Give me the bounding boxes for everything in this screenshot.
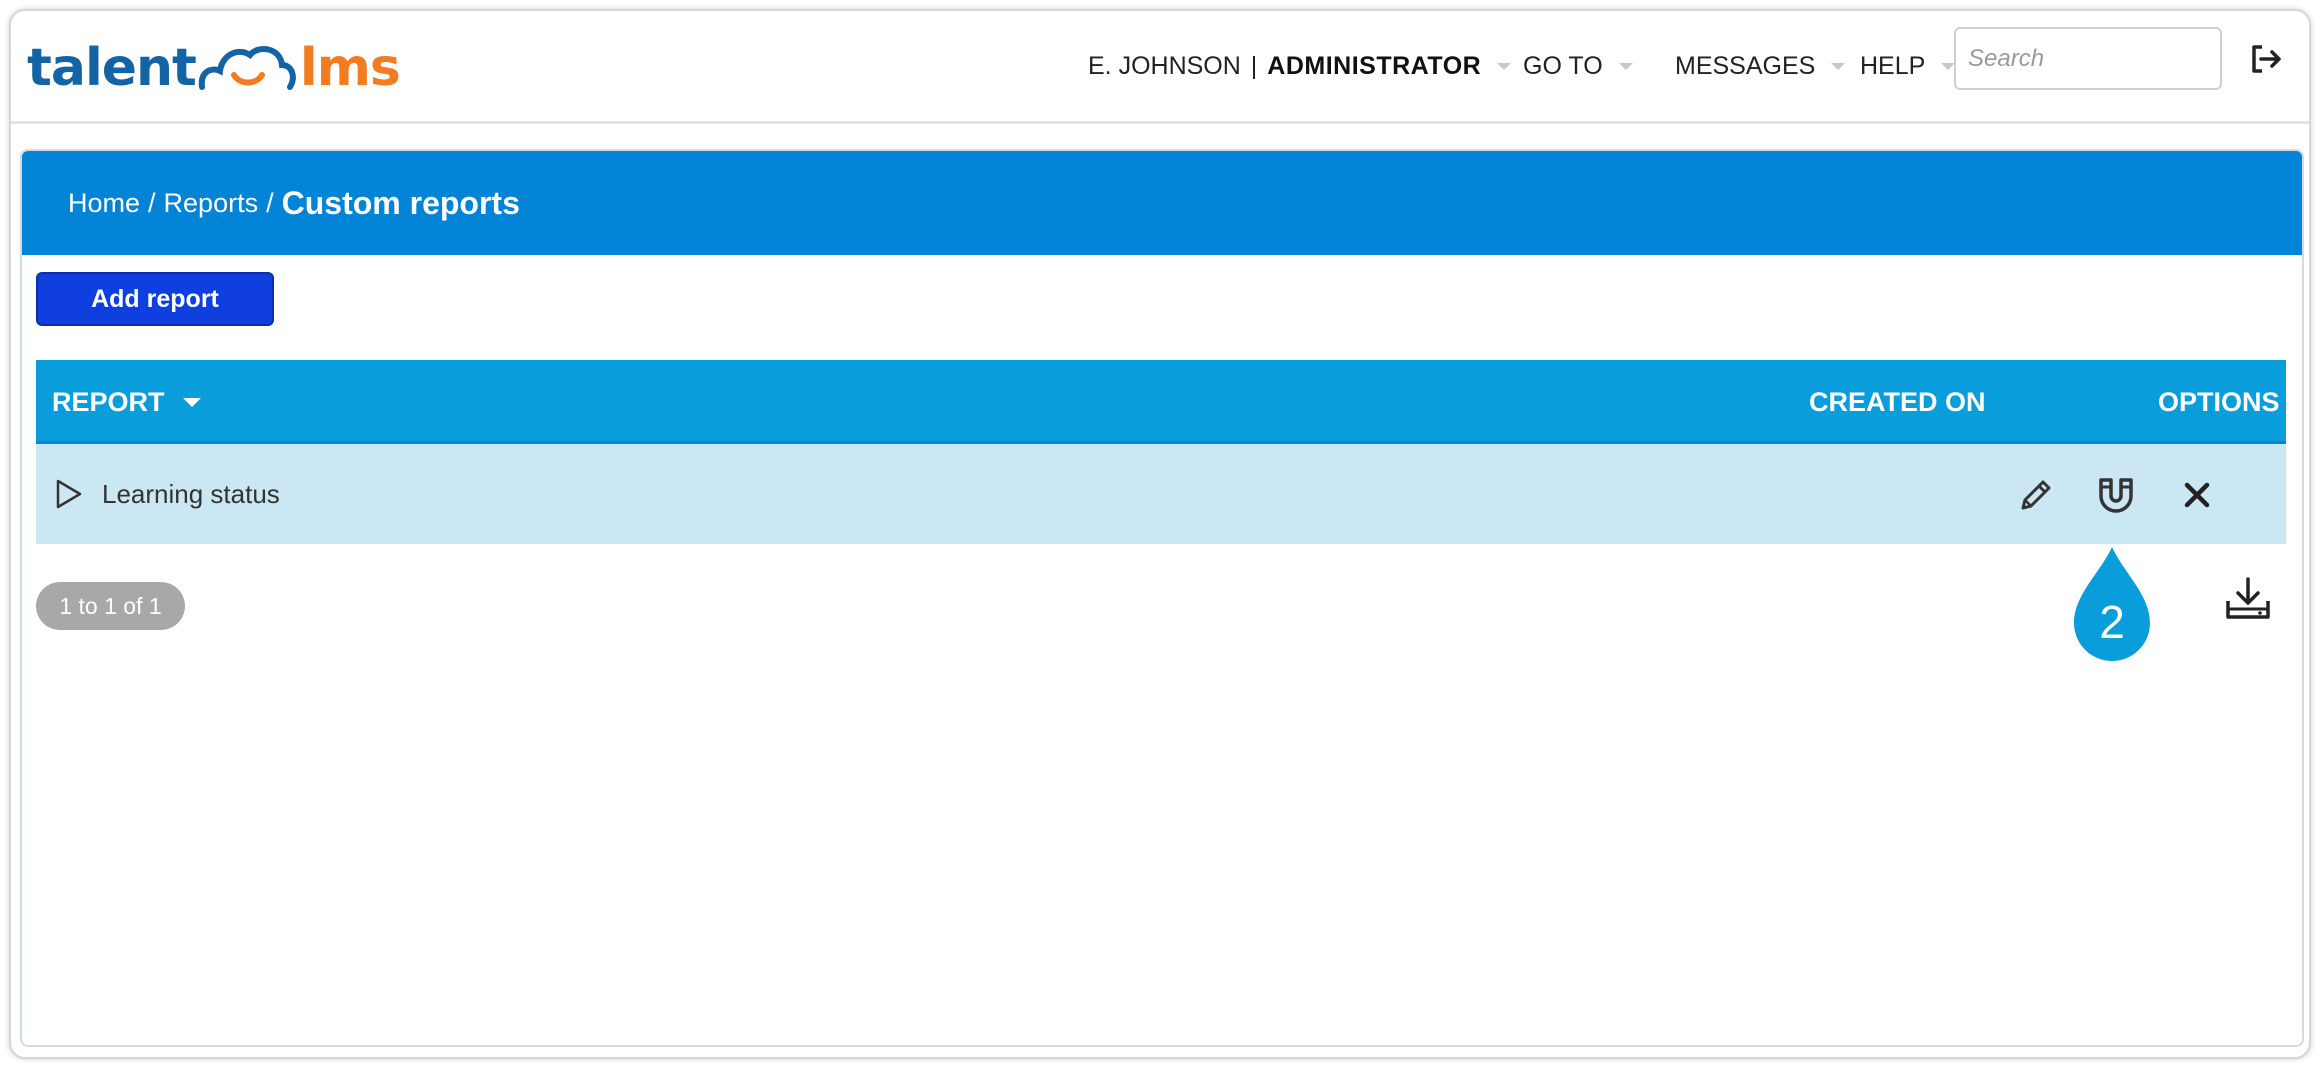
app-window: talent lms E. JOHNSON | ADMINISTRATOR GO… bbox=[9, 9, 2311, 1059]
chevron-down-icon bbox=[1497, 62, 1512, 70]
logo-text-talent: talent bbox=[27, 38, 197, 98]
table-header: REPORT CREATED ON OPTIONS bbox=[36, 360, 2286, 444]
edit-pencil-icon[interactable] bbox=[2015, 474, 2057, 516]
page-title: Custom reports bbox=[281, 184, 520, 221]
close-icon[interactable] bbox=[2176, 474, 2218, 516]
content-panel: Home / Reports / Custom reports Add repo… bbox=[20, 149, 2304, 1047]
magnet-icon[interactable] bbox=[2095, 474, 2137, 516]
top-navigation-bar: talent lms E. JOHNSON | ADMINISTRATOR GO… bbox=[11, 11, 2309, 124]
logo-text-lms: lms bbox=[299, 38, 401, 98]
column-label-report: REPORT bbox=[52, 386, 165, 417]
talentlms-logo[interactable]: talent lms bbox=[27, 33, 401, 103]
messages-label: MESSAGES bbox=[1675, 51, 1816, 80]
help-label: HELP bbox=[1860, 51, 1926, 80]
user-separator: | bbox=[1250, 51, 1258, 80]
column-header-created-on[interactable]: CREATED ON bbox=[1809, 360, 1986, 444]
goto-menu[interactable]: GO TO bbox=[1523, 52, 1633, 81]
column-header-report[interactable]: REPORT bbox=[52, 360, 201, 444]
column-label-options: OPTIONS bbox=[2158, 386, 2280, 417]
column-label-created-on: CREATED ON bbox=[1809, 386, 1986, 417]
table-row[interactable]: Learning status bbox=[36, 444, 2286, 544]
pagination-info: 1 to 1 of 1 bbox=[36, 582, 185, 630]
goto-label: GO TO bbox=[1523, 51, 1603, 80]
breadcrumb-reports[interactable]: Reports bbox=[164, 188, 259, 219]
user-role: ADMINISTRATOR bbox=[1267, 51, 1482, 80]
breadcrumb-home[interactable]: Home bbox=[68, 188, 140, 219]
chevron-down-icon bbox=[1831, 62, 1846, 70]
user-menu[interactable]: E. JOHNSON | ADMINISTRATOR bbox=[1088, 11, 1512, 121]
breadcrumb: Home / Reports / Custom reports bbox=[68, 151, 520, 255]
breadcrumb-separator: / bbox=[266, 187, 274, 218]
chevron-down-icon bbox=[1618, 62, 1633, 70]
cloud-smile-icon bbox=[198, 46, 296, 90]
report-name[interactable]: Learning status bbox=[102, 444, 280, 544]
user-name: E. JOHNSON bbox=[1088, 51, 1241, 80]
page-header: Home / Reports / Custom reports bbox=[22, 151, 2302, 255]
sort-down-icon bbox=[182, 397, 201, 407]
logout-icon[interactable] bbox=[2246, 39, 2286, 79]
step-number: 2 bbox=[2099, 596, 2125, 648]
column-header-options: OPTIONS bbox=[2158, 360, 2280, 444]
play-triangle-icon[interactable] bbox=[54, 478, 84, 510]
add-report-button[interactable]: Add report bbox=[36, 272, 274, 326]
step-marker: 2 bbox=[2070, 543, 2154, 665]
search-input[interactable] bbox=[1954, 27, 2222, 90]
help-menu[interactable]: HELP bbox=[1860, 51, 1956, 81]
breadcrumb-separator: / bbox=[148, 187, 156, 218]
messages-menu[interactable]: MESSAGES bbox=[1675, 51, 1846, 81]
download-tray-icon[interactable] bbox=[2224, 575, 2272, 623]
reports-table: REPORT CREATED ON OPTIONS Learning statu… bbox=[36, 360, 2286, 544]
